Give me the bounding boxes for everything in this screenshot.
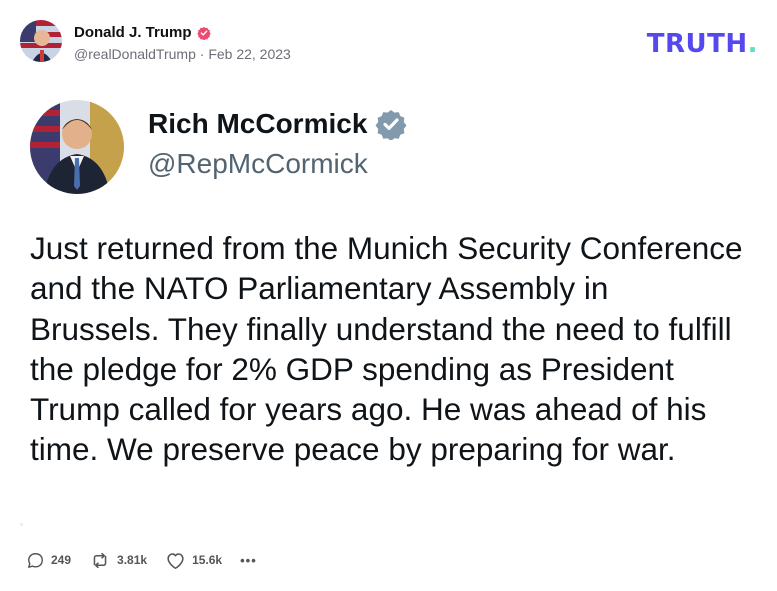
- heart-icon: [167, 552, 184, 569]
- retruth-button[interactable]: 3.81k: [89, 551, 147, 570]
- post-date[interactable]: Feb 22, 2023: [208, 46, 291, 62]
- author-avatar[interactable]: [20, 20, 62, 62]
- retruth-icon: [93, 552, 107, 568]
- brand-text: TRUTH: [646, 29, 748, 59]
- author-handle[interactable]: @realDonaldTrump: [74, 46, 196, 62]
- truth-logo: TRUTH.: [647, 29, 758, 59]
- author-name-label: Donald J. Trump: [74, 24, 192, 41]
- author-meta: @realDonaldTrump · Feb 22, 2023: [74, 46, 291, 62]
- like-count: 15.6k: [192, 553, 223, 567]
- retruth-count: 3.81k: [117, 553, 148, 567]
- quoted-name-label: Rich McCormick: [148, 108, 368, 139]
- brand-dot: .: [747, 29, 758, 59]
- quoted-author-handle: @RepMcCormick: [148, 148, 368, 179]
- divider: [20, 523, 23, 526]
- reply-count: 249: [51, 553, 72, 567]
- post-actions: 249 3.81k 15.6k •••: [26, 549, 275, 571]
- quoted-author-avatar: [30, 100, 124, 194]
- verified-badge-icon: [196, 26, 211, 40]
- reply-icon: [28, 552, 43, 568]
- more-icon: •••: [240, 552, 257, 568]
- meta-separator: ·: [199, 46, 205, 62]
- like-button[interactable]: 15.6k: [165, 551, 222, 570]
- verified-badge-icon: [375, 108, 407, 141]
- more-button[interactable]: •••: [240, 553, 257, 568]
- quoted-author-name: Rich McCormick: [148, 108, 407, 141]
- post-header: Donald J. Trump @realDonaldTrump · Feb 2…: [20, 20, 760, 64]
- author-name[interactable]: Donald J. Trump: [74, 24, 211, 41]
- quoted-post-text: Just returned from the Munich Security C…: [30, 230, 743, 468]
- reply-button[interactable]: 249: [26, 551, 71, 570]
